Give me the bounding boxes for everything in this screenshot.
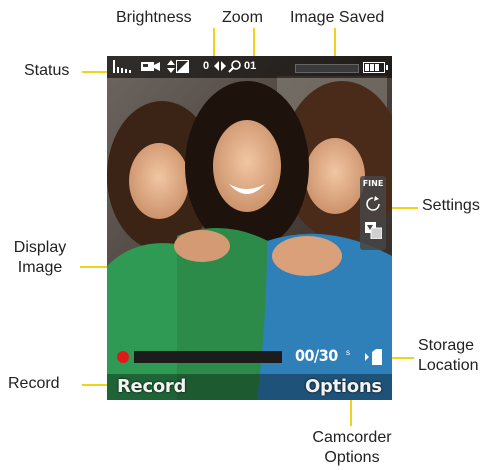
white-balance-icon xyxy=(365,222,382,239)
camcorder-options-callout-line1: Camcorder xyxy=(312,429,392,446)
display-image-callout-line1: Display xyxy=(13,239,67,256)
camcorder-options-callout-line2: Options xyxy=(324,449,380,466)
display-image-callout-line2: Image xyxy=(17,259,63,276)
image-saved-progress-bar xyxy=(295,64,359,73)
recording-progress-bar xyxy=(134,351,282,363)
status-callout: Status xyxy=(24,62,70,79)
record-indicator-icon xyxy=(117,351,129,363)
camcorder-mode-icon xyxy=(141,62,160,71)
recording-timer-unit: s xyxy=(346,348,350,357)
zoom-callout: Zoom xyxy=(222,9,263,26)
camcorder-screen: 0 01 FINE 00/30 s Record Options xyxy=(107,56,392,400)
record-softkey[interactable]: Record xyxy=(117,376,186,397)
zoom-arrows-icon xyxy=(214,61,226,71)
brightness-callout: Brightness xyxy=(116,9,192,26)
display-image-callout: Display Image xyxy=(4,238,76,278)
options-softkey[interactable]: Options xyxy=(305,376,382,397)
settings-callout: Settings xyxy=(422,197,480,214)
brightness-value: 0 xyxy=(203,60,210,72)
brightness-arrows-icon xyxy=(167,60,175,73)
image-saved-callout: Image Saved xyxy=(290,9,385,26)
record-callout: Record xyxy=(8,375,60,392)
storage-location-icon xyxy=(365,349,382,365)
self-timer-icon xyxy=(366,196,380,211)
quality-fine-label: FINE xyxy=(362,179,384,188)
recording-timer: 00/30 xyxy=(295,346,338,365)
softkey-bar: Record Options xyxy=(107,374,392,400)
camcorder-options-callout: Camcorder Options xyxy=(297,428,407,468)
brightness-icon xyxy=(176,60,189,73)
zoom-icon xyxy=(228,60,241,73)
zoom-value: 01 xyxy=(244,60,257,72)
storage-location-callout-line2: Location xyxy=(418,357,479,374)
storage-location-callout-line1: Storage xyxy=(418,337,475,354)
storage-location-callout: Storage Location xyxy=(418,336,479,376)
status-bar: 0 01 xyxy=(107,56,392,78)
settings-panel[interactable]: FINE xyxy=(360,176,386,250)
battery-icon xyxy=(363,62,388,73)
signal-strength-icon xyxy=(113,60,131,73)
